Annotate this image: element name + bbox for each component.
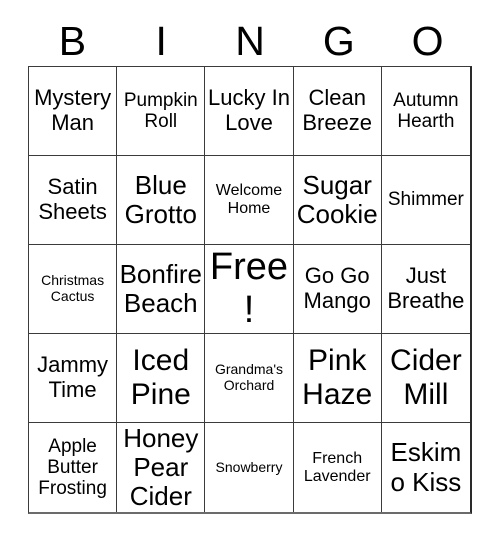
bingo-square-label: Bonfire Beach	[119, 258, 202, 318]
bingo-square[interactable]: Blue Grotto	[117, 156, 206, 245]
bingo-square-label: Eskimo Kiss	[390, 437, 462, 497]
bingo-square[interactable]: French Lavender	[293, 423, 382, 512]
header-letter-n: N	[235, 17, 265, 64]
bingo-square[interactable]: Lucky In Love	[205, 67, 294, 156]
bingo-square-label: Welcome Home	[215, 182, 283, 217]
bingo-square-label: Clean Breeze	[302, 85, 373, 135]
header-letter-i: I	[155, 17, 167, 64]
bingo-square-label: Sugar Cookie	[296, 169, 378, 229]
bingo-square-label: Go Go Mango	[303, 263, 371, 313]
free-space-label: Free!	[209, 246, 289, 331]
bingo-square-label: Cider Mill	[390, 344, 462, 411]
bingo-square[interactable]: Autumn Hearth	[381, 67, 470, 156]
bingo-square[interactable]: Snowberry	[205, 423, 294, 512]
bingo-square[interactable]: Iced Pine	[117, 334, 206, 423]
bingo-card: B I N G O Mystery Man Pumpkin Roll Lucky I…	[0, 0, 500, 544]
bingo-square[interactable]: Mystery Man	[29, 67, 118, 156]
bingo-square[interactable]: Christmas Cactus	[29, 245, 118, 334]
bingo-square-label: Lucky In Love	[208, 85, 290, 135]
bingo-square-label: Snowberry	[215, 458, 283, 475]
bingo-square-label: Iced Pine	[130, 344, 191, 411]
bingo-square-label: Blue Grotto	[124, 169, 197, 229]
bingo-square-label: Pink Haze	[302, 344, 373, 411]
bingo-square-label: Shimmer	[387, 189, 464, 211]
bingo-square-label: Honey Pear Cider	[123, 423, 199, 512]
bingo-free-space[interactable]: Free!	[205, 245, 294, 334]
bingo-square[interactable]: Cider Mill	[381, 334, 470, 423]
bingo-square-label: Mystery Man	[34, 85, 112, 135]
bingo-square[interactable]: Apple Butter Frosting	[29, 423, 118, 512]
bingo-square[interactable]: Bonfire Beach	[117, 245, 206, 334]
bingo-square[interactable]: Pink Haze	[293, 334, 382, 423]
header-letter-o: O	[411, 17, 444, 64]
bingo-square[interactable]: Go Go Mango	[293, 245, 382, 334]
bingo-square-label: Satin Sheets	[38, 174, 107, 224]
bingo-square[interactable]: Pumpkin Roll	[117, 67, 206, 156]
bingo-square[interactable]: Grandma's Orchard	[205, 334, 294, 423]
header-letter-g: G	[322, 17, 355, 64]
bingo-grid: Mystery Man Pumpkin Roll Lucky In Love Clea…	[28, 66, 472, 514]
bingo-square-label: Autumn Hearth	[393, 89, 459, 132]
bingo-square[interactable]: Shimmer	[381, 156, 470, 245]
bingo-square[interactable]: Jammy Time	[29, 334, 118, 423]
bingo-square-label: Christmas Cactus	[41, 272, 105, 304]
bingo-square-label: Grandma's Orchard	[214, 361, 283, 393]
bingo-square-label: Apple Butter Frosting	[38, 435, 107, 500]
bingo-square-label: French Lavender	[303, 449, 371, 485]
bingo-square[interactable]: Clean Breeze	[293, 67, 382, 156]
bingo-square[interactable]: Satin Sheets	[29, 156, 118, 245]
bingo-square[interactable]: Eskimo Kiss	[381, 423, 470, 512]
header-letter-b: B	[58, 17, 87, 64]
bingo-square-label: Jammy Time	[37, 352, 109, 402]
bingo-square[interactable]: Sugar Cookie	[293, 156, 382, 245]
bingo-square[interactable]: Welcome Home	[205, 156, 294, 245]
bingo-header: B I N G O	[28, 16, 472, 66]
bingo-square-label: Just Breathe	[387, 263, 465, 313]
bingo-square[interactable]: Just Breathe	[381, 245, 470, 334]
bingo-square-label: Pumpkin Roll	[123, 89, 198, 132]
bingo-square[interactable]: Honey Pear Cider	[117, 423, 206, 512]
